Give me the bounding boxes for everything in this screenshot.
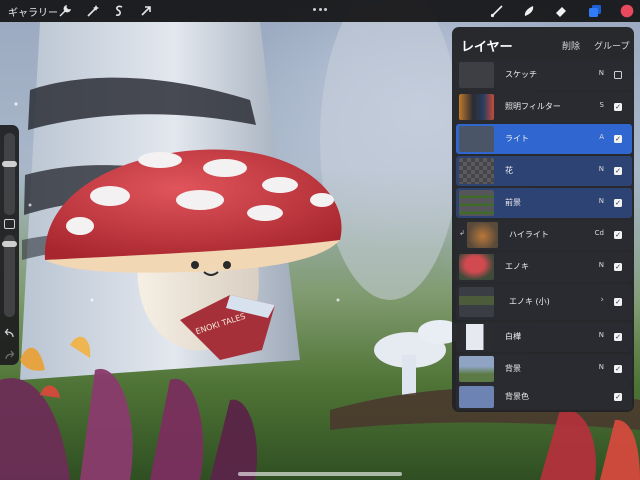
layer-name: ハイライト [509, 230, 549, 239]
layer-row-light[interactable]: ライト A ✓ [456, 124, 632, 154]
layer-thumbnail [467, 222, 498, 248]
layer-row-flowers[interactable]: 花 N ✓ [456, 156, 632, 186]
group-thumbnail [459, 287, 494, 317]
visibility-checkbox[interactable]: ✓ [614, 333, 622, 341]
blend-mode-button[interactable]: A [599, 133, 604, 141]
left-sidebar [0, 125, 19, 365]
layer-thumbnail [459, 158, 494, 184]
opacity-slider[interactable] [2, 235, 17, 317]
visibility-checkbox[interactable]: ✓ [614, 167, 622, 175]
layer-thumbnail [459, 356, 494, 382]
layers-icon[interactable] [586, 2, 604, 20]
chevron-right-icon[interactable]: › [600, 295, 604, 305]
opacity-thumb[interactable] [2, 241, 17, 247]
background-color-swatch[interactable] [459, 386, 494, 408]
layer-row-birch[interactable]: 白樺 N ✓ [456, 322, 632, 352]
undo-icon[interactable] [4, 325, 15, 338]
layer-thumbnail [459, 190, 494, 216]
visibility-checkbox[interactable]: ✓ [614, 199, 622, 207]
layer-thumbnail [459, 254, 494, 280]
layer-name: 照明フィルター [505, 102, 561, 111]
blend-mode-button[interactable]: N [599, 363, 604, 371]
blend-mode-button[interactable]: N [599, 331, 604, 339]
visibility-checkbox[interactable]: ✓ [614, 135, 622, 143]
layer-thumbnail [459, 126, 494, 152]
blend-mode-button[interactable]: N [599, 261, 604, 269]
visibility-checkbox[interactable]: ✓ [614, 393, 622, 401]
layers-panel: レイヤー 削除 グループ スケッチ N 照明フィルター S ✓ ライト A ✓ … [452, 27, 634, 412]
layers-panel-title: レイヤー [461, 40, 513, 55]
layer-row-sketch[interactable]: スケッチ N [456, 60, 632, 90]
magic-wand-icon[interactable] [84, 2, 102, 20]
home-indicator[interactable] [238, 472, 402, 476]
visibility-checkbox[interactable]: ✓ [614, 365, 622, 373]
layer-name: 花 [505, 166, 513, 175]
blend-mode-button[interactable]: S [600, 101, 604, 109]
wrench-icon[interactable] [56, 2, 74, 20]
layer-name: 前景 [505, 198, 521, 207]
layer-thumbnail [459, 62, 494, 88]
redo-icon[interactable] [4, 347, 15, 360]
eraser-icon[interactable] [552, 2, 570, 20]
blend-mode-button[interactable]: N [599, 69, 604, 77]
layer-name: エノキ (小) [509, 297, 550, 306]
clipping-mask-indicator: ↲ [459, 229, 465, 237]
visibility-checkbox[interactable]: ✓ [614, 103, 622, 111]
gallery-button[interactable]: ギャラリー [8, 4, 58, 19]
blend-mode-button[interactable]: Cd [595, 229, 604, 237]
delete-layer-button[interactable]: 削除 [562, 39, 580, 52]
brush-icon[interactable] [488, 2, 506, 20]
layer-row-lighting-filter[interactable]: 照明フィルター S ✓ [456, 92, 632, 122]
layer-row-highlight[interactable]: ↲ ハイライト Cd ✓ [456, 220, 632, 250]
visibility-checkbox[interactable] [614, 71, 622, 79]
visibility-checkbox[interactable]: ✓ [614, 298, 622, 306]
smudge-icon[interactable] [520, 2, 538, 20]
blend-mode-button[interactable]: N [599, 197, 604, 205]
color-swatch-icon[interactable] [618, 2, 636, 20]
transform-arrow-icon[interactable] [137, 2, 155, 20]
layer-name: 白樺 [505, 332, 521, 341]
brush-size-thumb[interactable] [2, 161, 17, 167]
layer-name: ライト [505, 134, 529, 143]
layer-thumbnail [459, 324, 494, 350]
layer-thumbnail [459, 94, 494, 120]
layer-name: エノキ [505, 262, 529, 271]
layer-row-foreground[interactable]: 前景 N ✓ [456, 188, 632, 218]
more-options-icon[interactable] [313, 8, 327, 12]
visibility-checkbox[interactable]: ✓ [614, 231, 622, 239]
layer-name: 背景色 [505, 392, 529, 401]
group-layers-button[interactable]: グループ [594, 39, 629, 52]
eyedropper-modifier-icon[interactable] [4, 219, 15, 229]
visibility-checkbox[interactable]: ✓ [614, 263, 622, 271]
blend-mode-button[interactable]: N [599, 165, 604, 173]
layer-row-background-color[interactable]: 背景色 ✓ [456, 384, 632, 410]
top-toolbar: ギャラリー [0, 0, 640, 22]
brush-size-slider[interactable] [2, 133, 17, 215]
layer-name: 背景 [505, 364, 521, 373]
layer-group-enoki-small[interactable]: エノキ (小) › ✓ [456, 284, 632, 320]
layer-name: スケッチ [505, 70, 537, 79]
selection-icon[interactable] [110, 2, 128, 20]
layer-row-background[interactable]: 背景 N ✓ [456, 354, 632, 384]
layer-row-enoki[interactable]: エノキ N ✓ [456, 252, 632, 282]
